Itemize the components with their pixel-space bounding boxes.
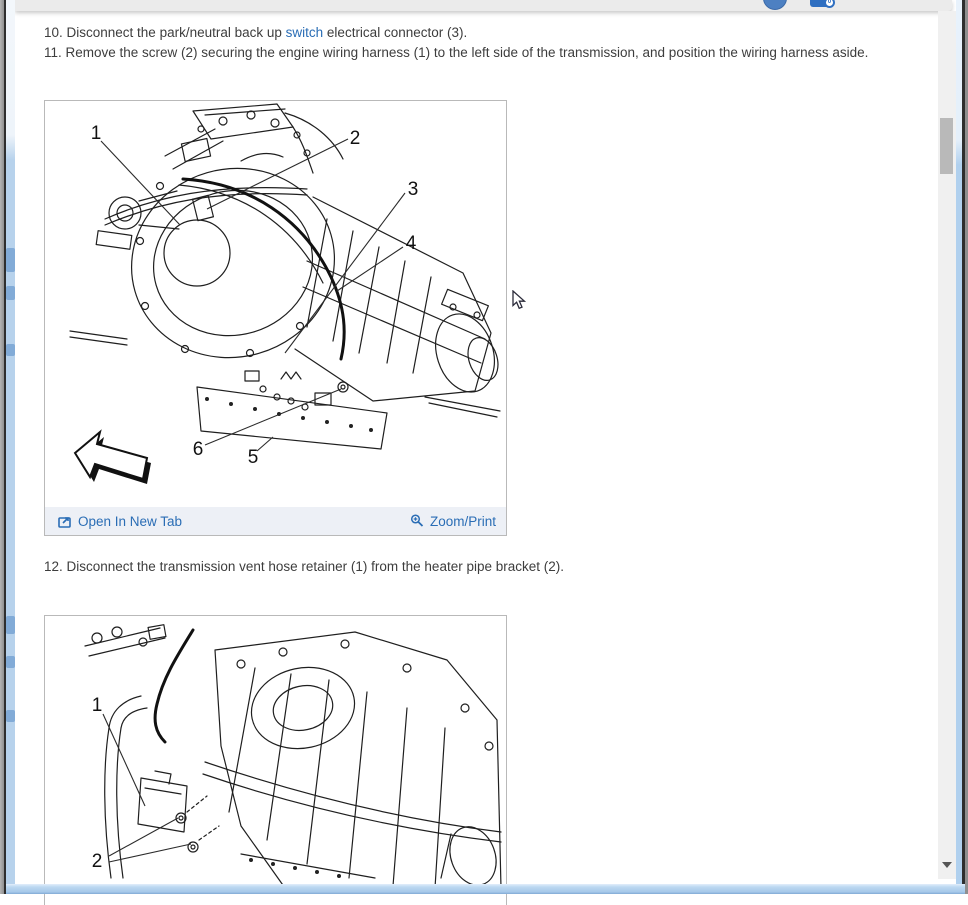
window-left-border [6,0,15,894]
scroll-down-arrow-icon[interactable] [942,862,952,868]
step-10-text-after: electrical connector (3). [323,25,468,40]
open-in-new-tab-icon [58,516,71,528]
left-border-segment [6,710,15,722]
zoom-print-label: Zoom/Print [429,513,496,529]
figure-1-callout-2: 2 [350,128,361,149]
figure-1-toolbar: Open In New Tab Zoom/Print [45,507,506,535]
zoom-print-link[interactable]: Zoom/Print [410,514,496,529]
figure-1-callout-1: 1 [91,123,102,144]
left-border-segment [6,656,15,668]
scrollbar[interactable] [938,11,956,879]
figure-1-callout-6: 6 [193,439,204,460]
figure-1-callout-3: 3 [408,179,419,200]
window-bottom-border [6,884,965,894]
magnifier-plus-icon [410,514,424,527]
left-border-segment [6,286,15,300]
switch-link[interactable]: switch [286,25,324,40]
left-border-segment [6,616,15,634]
step-10: 10. Disconnect the park/neutral back up … [44,24,467,42]
figure-2-callout-2: 2 [92,851,103,872]
figure-2-diagram: 1 2 [45,616,506,904]
left-border-segment [6,248,15,272]
figure-1-callout-4: 4 [406,233,417,254]
open-in-new-tab-link[interactable]: Open In New Tab [58,514,182,529]
open-in-new-tab-label: Open In New Tab [78,513,183,529]
left-border-segment [6,344,15,356]
mouse-cursor [512,290,527,310]
scrollbar-thumb[interactable] [940,118,953,174]
step-10-text: 10. Disconnect the park/neutral back up [44,25,286,40]
figure-2-callout-1: 1 [92,695,103,716]
figure-1-frame: 1 2 3 4 5 6 Open In New Tab Zoom/Print [44,100,507,536]
step-11: 11. Remove the screw (2) securing the en… [44,45,869,60]
step-12: 12. Disconnect the transmission vent hos… [44,559,565,574]
figure-1-diagram: 1 2 3 4 5 6 [45,101,506,508]
figure-1-callout-5: 5 [248,447,259,468]
article-content: 10. Disconnect the park/neutral back up … [15,11,938,905]
figure-2-frame: 1 2 [44,615,507,905]
